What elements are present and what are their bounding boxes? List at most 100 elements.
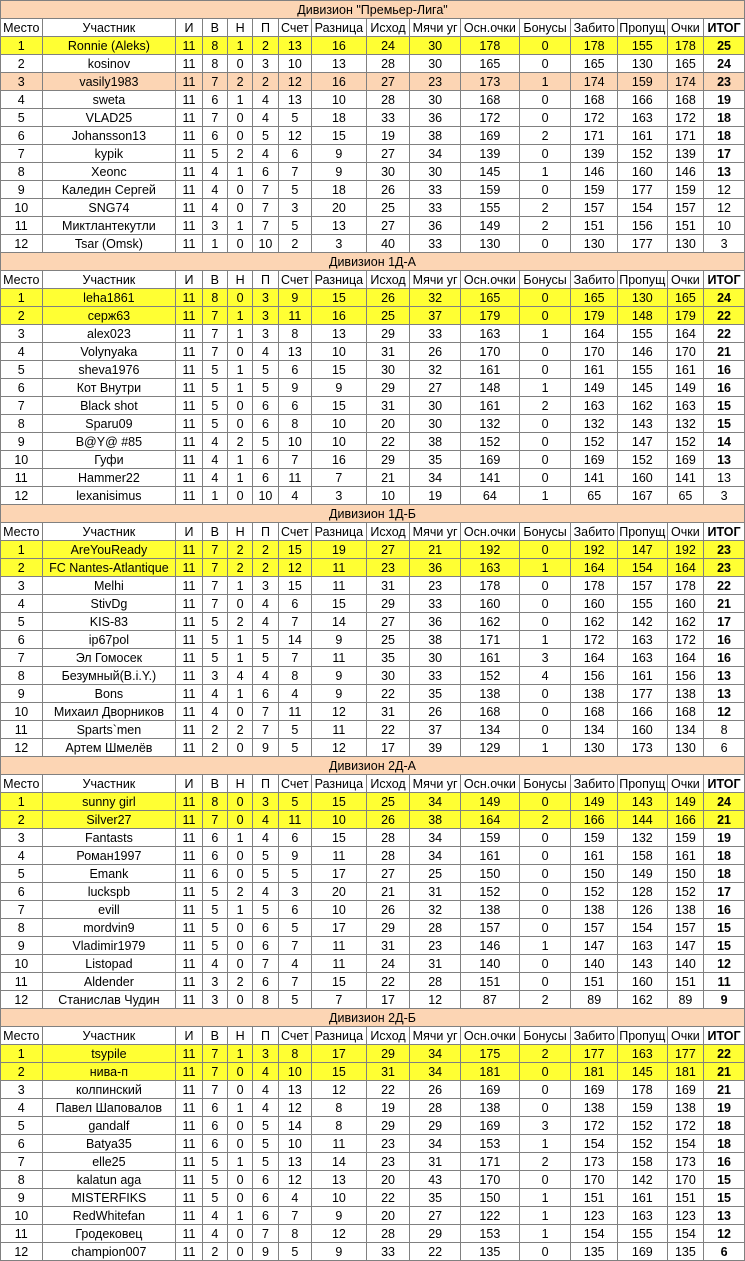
losses-cell: 9 <box>252 1242 279 1261</box>
scored-cell: 138 <box>570 900 619 919</box>
draws-cell: 0 <box>226 396 254 415</box>
total-cell: 13 <box>703 684 745 703</box>
games-cell: 11 <box>175 630 203 649</box>
outcome-cell: 31 <box>365 342 411 361</box>
base-points-cell: 160 <box>459 594 520 613</box>
points-cell: 173 <box>666 1152 705 1171</box>
points-cell: 132 <box>666 414 705 433</box>
corners-cell: 36 <box>409 108 461 127</box>
header-score: Счет <box>277 522 313 541</box>
position-cell: 2 <box>0 558 43 577</box>
outcome-cell: 28 <box>365 828 411 847</box>
games-cell: 11 <box>175 108 203 127</box>
losses-cell: 4 <box>252 108 279 127</box>
points-cell: 169 <box>666 450 705 469</box>
bonus-cell: 2 <box>518 216 572 235</box>
base-points-cell: 169 <box>459 126 520 145</box>
participant-cell: Гуфи <box>41 450 177 469</box>
games-cell: 11 <box>175 594 203 613</box>
base-points-cell: 169 <box>459 1116 520 1135</box>
games-cell: 11 <box>175 954 203 973</box>
header-corners: Мячи уг <box>409 522 461 541</box>
table-row: 7 evill 11 5 1 5 6 10 26 32 138 0 138 126 138 16 <box>0 900 745 919</box>
losses-cell: 6 <box>252 162 279 181</box>
division-title-row: Дивизион 1Д-А <box>0 252 745 271</box>
outcome-cell: 29 <box>365 1044 411 1063</box>
table-row: 6 Johansson13 11 6 0 5 12 15 19 38 169 2 171 161 171 18 <box>0 126 745 145</box>
total-cell: 3 <box>703 234 745 253</box>
losses-cell: 5 <box>252 1152 279 1171</box>
corners-cell: 38 <box>409 126 461 145</box>
wins-cell: 5 <box>201 936 228 955</box>
conceded-cell: 144 <box>617 810 668 829</box>
score-cell: 10 <box>277 432 313 451</box>
position-cell: 9 <box>0 180 43 199</box>
conceded-cell: 128 <box>617 882 668 901</box>
scored-cell: 157 <box>570 918 619 937</box>
losses-cell: 7 <box>252 954 279 973</box>
outcome-cell: 31 <box>365 936 411 955</box>
wins-cell: 5 <box>201 144 228 163</box>
corners-cell: 35 <box>409 1188 461 1207</box>
outcome-cell: 29 <box>365 1116 411 1135</box>
header-outcome: Исход <box>365 18 411 37</box>
header-participant: Участник <box>41 1026 177 1045</box>
points-cell: 154 <box>666 1134 705 1153</box>
score-cell: 13 <box>277 36 313 55</box>
base-points-cell: 163 <box>459 324 520 343</box>
position-cell: 10 <box>0 954 43 973</box>
losses-cell: 6 <box>252 450 279 469</box>
position-cell: 3 <box>0 72 43 91</box>
losses-cell: 7 <box>252 180 279 199</box>
points-cell: 159 <box>666 180 705 199</box>
wins-cell: 5 <box>201 1170 228 1189</box>
base-points-cell: 135 <box>459 1242 520 1261</box>
outcome-cell: 19 <box>365 1098 411 1117</box>
total-cell: 21 <box>703 810 745 829</box>
scored-cell: 149 <box>570 378 619 397</box>
games-cell: 11 <box>175 540 203 559</box>
bonus-cell: 2 <box>518 1152 572 1171</box>
conceded-cell: 152 <box>617 1134 668 1153</box>
score-cell: 8 <box>277 414 313 433</box>
position-cell: 1 <box>0 1044 43 1063</box>
scored-cell: 177 <box>570 1044 619 1063</box>
position-cell: 5 <box>0 108 43 127</box>
base-points-cell: 172 <box>459 108 520 127</box>
points-cell: 139 <box>666 144 705 163</box>
bonus-cell: 0 <box>518 306 572 325</box>
conceded-cell: 161 <box>617 126 668 145</box>
score-cell: 8 <box>277 1044 313 1063</box>
outcome-cell: 27 <box>365 144 411 163</box>
table-row: 8 Sparu09 11 5 0 6 8 10 20 30 132 0 132 143 132 15 <box>0 414 745 433</box>
position-cell: 11 <box>0 972 43 991</box>
corners-cell: 31 <box>409 882 461 901</box>
points-cell: 169 <box>666 1080 705 1099</box>
corners-cell: 33 <box>409 180 461 199</box>
base-points-cell: 155 <box>459 198 520 217</box>
wins-cell: 7 <box>201 558 228 577</box>
conceded-cell: 155 <box>617 360 668 379</box>
conceded-cell: 147 <box>617 540 668 559</box>
outcome-cell: 27 <box>365 612 411 631</box>
base-points-cell: 168 <box>459 702 520 721</box>
diff-cell: 7 <box>311 990 367 1009</box>
points-cell: 192 <box>666 540 705 559</box>
header-scored: Забито <box>570 1026 619 1045</box>
table-row: 6 Batya35 11 6 0 5 10 11 23 34 153 1 154 152 154 18 <box>0 1134 745 1153</box>
table-row: 7 Black shot 11 5 0 6 6 15 31 30 161 2 163 162 163 15 <box>0 396 745 415</box>
bonus-cell: 0 <box>518 360 572 379</box>
score-cell: 13 <box>277 1080 313 1099</box>
outcome-cell: 22 <box>365 1188 411 1207</box>
header-losses: П <box>252 18 279 37</box>
conceded-cell: 142 <box>617 612 668 631</box>
wins-cell: 6 <box>201 1134 228 1153</box>
participant-cell: Роман1997 <box>41 846 177 865</box>
header-base-points: Осн.очки <box>459 774 520 793</box>
participant-cell: champion007 <box>41 1242 177 1261</box>
diff-cell: 19 <box>311 540 367 559</box>
position-cell: 1 <box>0 288 43 307</box>
bonus-cell: 1 <box>518 936 572 955</box>
scored-cell: 165 <box>570 54 619 73</box>
division-title-row: Дивизион 1Д-Б <box>0 504 745 523</box>
